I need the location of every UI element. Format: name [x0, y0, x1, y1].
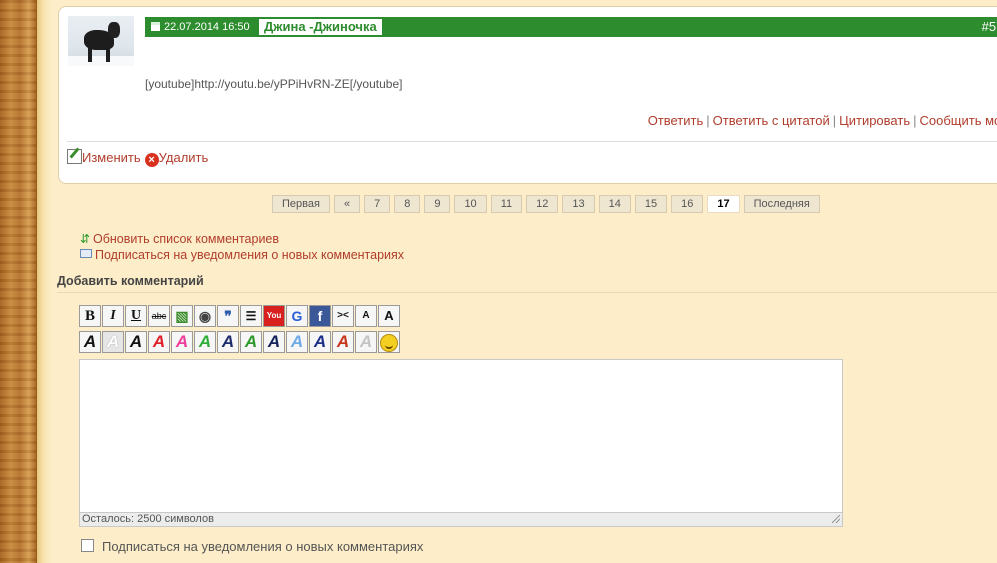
- separator: |: [832, 113, 837, 128]
- avatar[interactable]: [68, 16, 134, 66]
- color-lightblue-button[interactable]: A: [286, 331, 308, 353]
- subscribe-checkbox-label[interactable]: Подписаться на уведомления о новых комме…: [102, 539, 423, 554]
- edit-link[interactable]: Изменить: [82, 150, 141, 165]
- color-blue-button[interactable]: A: [309, 331, 331, 353]
- comment-author[interactable]: Джина -Джиночка: [259, 19, 382, 35]
- page-link[interactable]: 14: [598, 195, 631, 213]
- color-black-button[interactable]: A: [79, 331, 101, 353]
- refresh-comments-link[interactable]: Обновить список комментариев: [93, 232, 279, 246]
- list-button[interactable]: ☰: [240, 305, 262, 327]
- mail-icon: [80, 249, 92, 258]
- subscribe-checkbox[interactable]: [81, 539, 94, 552]
- color-pink-button[interactable]: A: [171, 331, 193, 353]
- page-prev[interactable]: «: [333, 195, 361, 213]
- page-link[interactable]: 13: [562, 195, 595, 213]
- edit-icon[interactable]: [67, 149, 82, 164]
- separator: |: [706, 113, 710, 128]
- edit-row: Изменить × Удалить: [67, 149, 208, 167]
- toolbar-row-format: B I Uabc ▧ ◉ ❞ ☰ You Gf >< A A: [79, 305, 401, 329]
- comment-date: 22.07.2014 16:50: [164, 21, 250, 33]
- title-underline: [57, 292, 997, 293]
- color-grey-button[interactable]: A: [355, 331, 377, 353]
- calendar-icon: [151, 22, 160, 31]
- page-link[interactable]: 12: [526, 195, 559, 213]
- page-last[interactable]: Последняя: [743, 195, 820, 213]
- wood-frame-edge: [36, 0, 51, 563]
- smiley-icon: [380, 334, 398, 352]
- report-moderator-link[interactable]: Сообщить модерато: [920, 113, 997, 128]
- page-link[interactable]: 9: [424, 195, 451, 213]
- wood-frame: [0, 0, 36, 563]
- font-small-button[interactable]: A: [355, 305, 377, 327]
- image-button[interactable]: ▧: [171, 305, 193, 327]
- char-counter: Осталось: 2500 символов: [79, 513, 843, 527]
- facebook-button[interactable]: f: [309, 305, 331, 327]
- resize-grip-icon[interactable]: [832, 515, 840, 523]
- google-button[interactable]: G: [286, 305, 308, 327]
- color-orange-red-button[interactable]: A: [332, 331, 354, 353]
- post-number[interactable]: #57698: [982, 19, 997, 34]
- pagination: Первая «7 8 9 10 11 12 13 14 15 16 17 Последняя: [272, 195, 824, 213]
- color-green-button[interactable]: A: [194, 331, 216, 353]
- separator: |: [913, 113, 917, 128]
- comment-body: [youtube]http://youtu.be/yPPiHvRN-ZE[/yo…: [145, 77, 403, 91]
- subscribe-checkbox-row[interactable]: Подписаться на уведомления о новых комме…: [81, 539, 423, 554]
- main-content: 22.07.2014 16:50 Джина -Джиночка #57698 …: [50, 0, 997, 563]
- editor-toolbar: B I Uabc ▧ ◉ ❞ ☰ You Gf >< A A AAAAAAAAAAAAA: [79, 305, 401, 357]
- color-lime-button[interactable]: A: [240, 331, 262, 353]
- quote-link[interactable]: Цитировать: [839, 113, 910, 128]
- page-link[interactable]: 7: [364, 195, 391, 213]
- comment-actions: Ответить | Ответить с цитатой | Цитировать | С…: [648, 113, 997, 128]
- remaining-chars: Осталось: 2500 символов: [82, 513, 214, 525]
- color-dark-button[interactable]: A: [125, 331, 147, 353]
- color-darkblue-button[interactable]: A: [263, 331, 285, 353]
- smiley-button[interactable]: [378, 331, 400, 353]
- comment-card: 22.07.2014 16:50 Джина -Джиночка #57698 …: [58, 6, 997, 184]
- page-link[interactable]: 15: [634, 195, 668, 213]
- color-red-button[interactable]: A: [148, 331, 170, 353]
- card-divider: [67, 141, 997, 142]
- refresh-icon: ⇵: [80, 232, 91, 246]
- youtube-button[interactable]: You: [263, 305, 285, 327]
- underline-button[interactable]: U: [125, 305, 147, 327]
- delete-link[interactable]: Удалить: [159, 150, 209, 165]
- font-large-button[interactable]: A: [378, 305, 400, 327]
- comment-header: 22.07.2014 16:50 Джина -Джиночка #57698: [145, 17, 997, 37]
- code-button[interactable]: ><: [332, 305, 354, 327]
- page-link[interactable]: 16: [671, 195, 704, 213]
- page-first[interactable]: Первая: [272, 195, 330, 213]
- page-link[interactable]: 11: [490, 195, 523, 213]
- comment-links: ⇵ Обновить список комментариев Подписатьс…: [80, 231, 404, 263]
- add-comment-title: Добавить комментарий: [57, 274, 204, 288]
- comment-textarea[interactable]: [79, 359, 843, 513]
- delete-icon[interactable]: ×: [144, 153, 159, 167]
- quote-button[interactable]: ❞: [217, 305, 239, 327]
- bold-button[interactable]: B: [79, 305, 101, 327]
- page-current: 17: [707, 195, 740, 213]
- page-link[interactable]: 8: [394, 195, 421, 213]
- toolbar-row-colors: AAAAAAAAAAAAA: [79, 331, 401, 355]
- page-link[interactable]: 10: [454, 195, 487, 213]
- strike-button[interactable]: abc: [148, 305, 170, 327]
- italic-button[interactable]: I: [102, 305, 124, 327]
- color-navy-button[interactable]: A: [217, 331, 239, 353]
- subscribe-link[interactable]: Подписаться на уведомления о новых комме…: [95, 248, 404, 262]
- spoiler-eye-button[interactable]: ◉: [194, 305, 216, 327]
- color-white-button[interactable]: A: [102, 331, 124, 353]
- reply-link[interactable]: Ответить: [648, 113, 704, 128]
- reply-quote-link[interactable]: Ответить с цитатой: [713, 113, 830, 128]
